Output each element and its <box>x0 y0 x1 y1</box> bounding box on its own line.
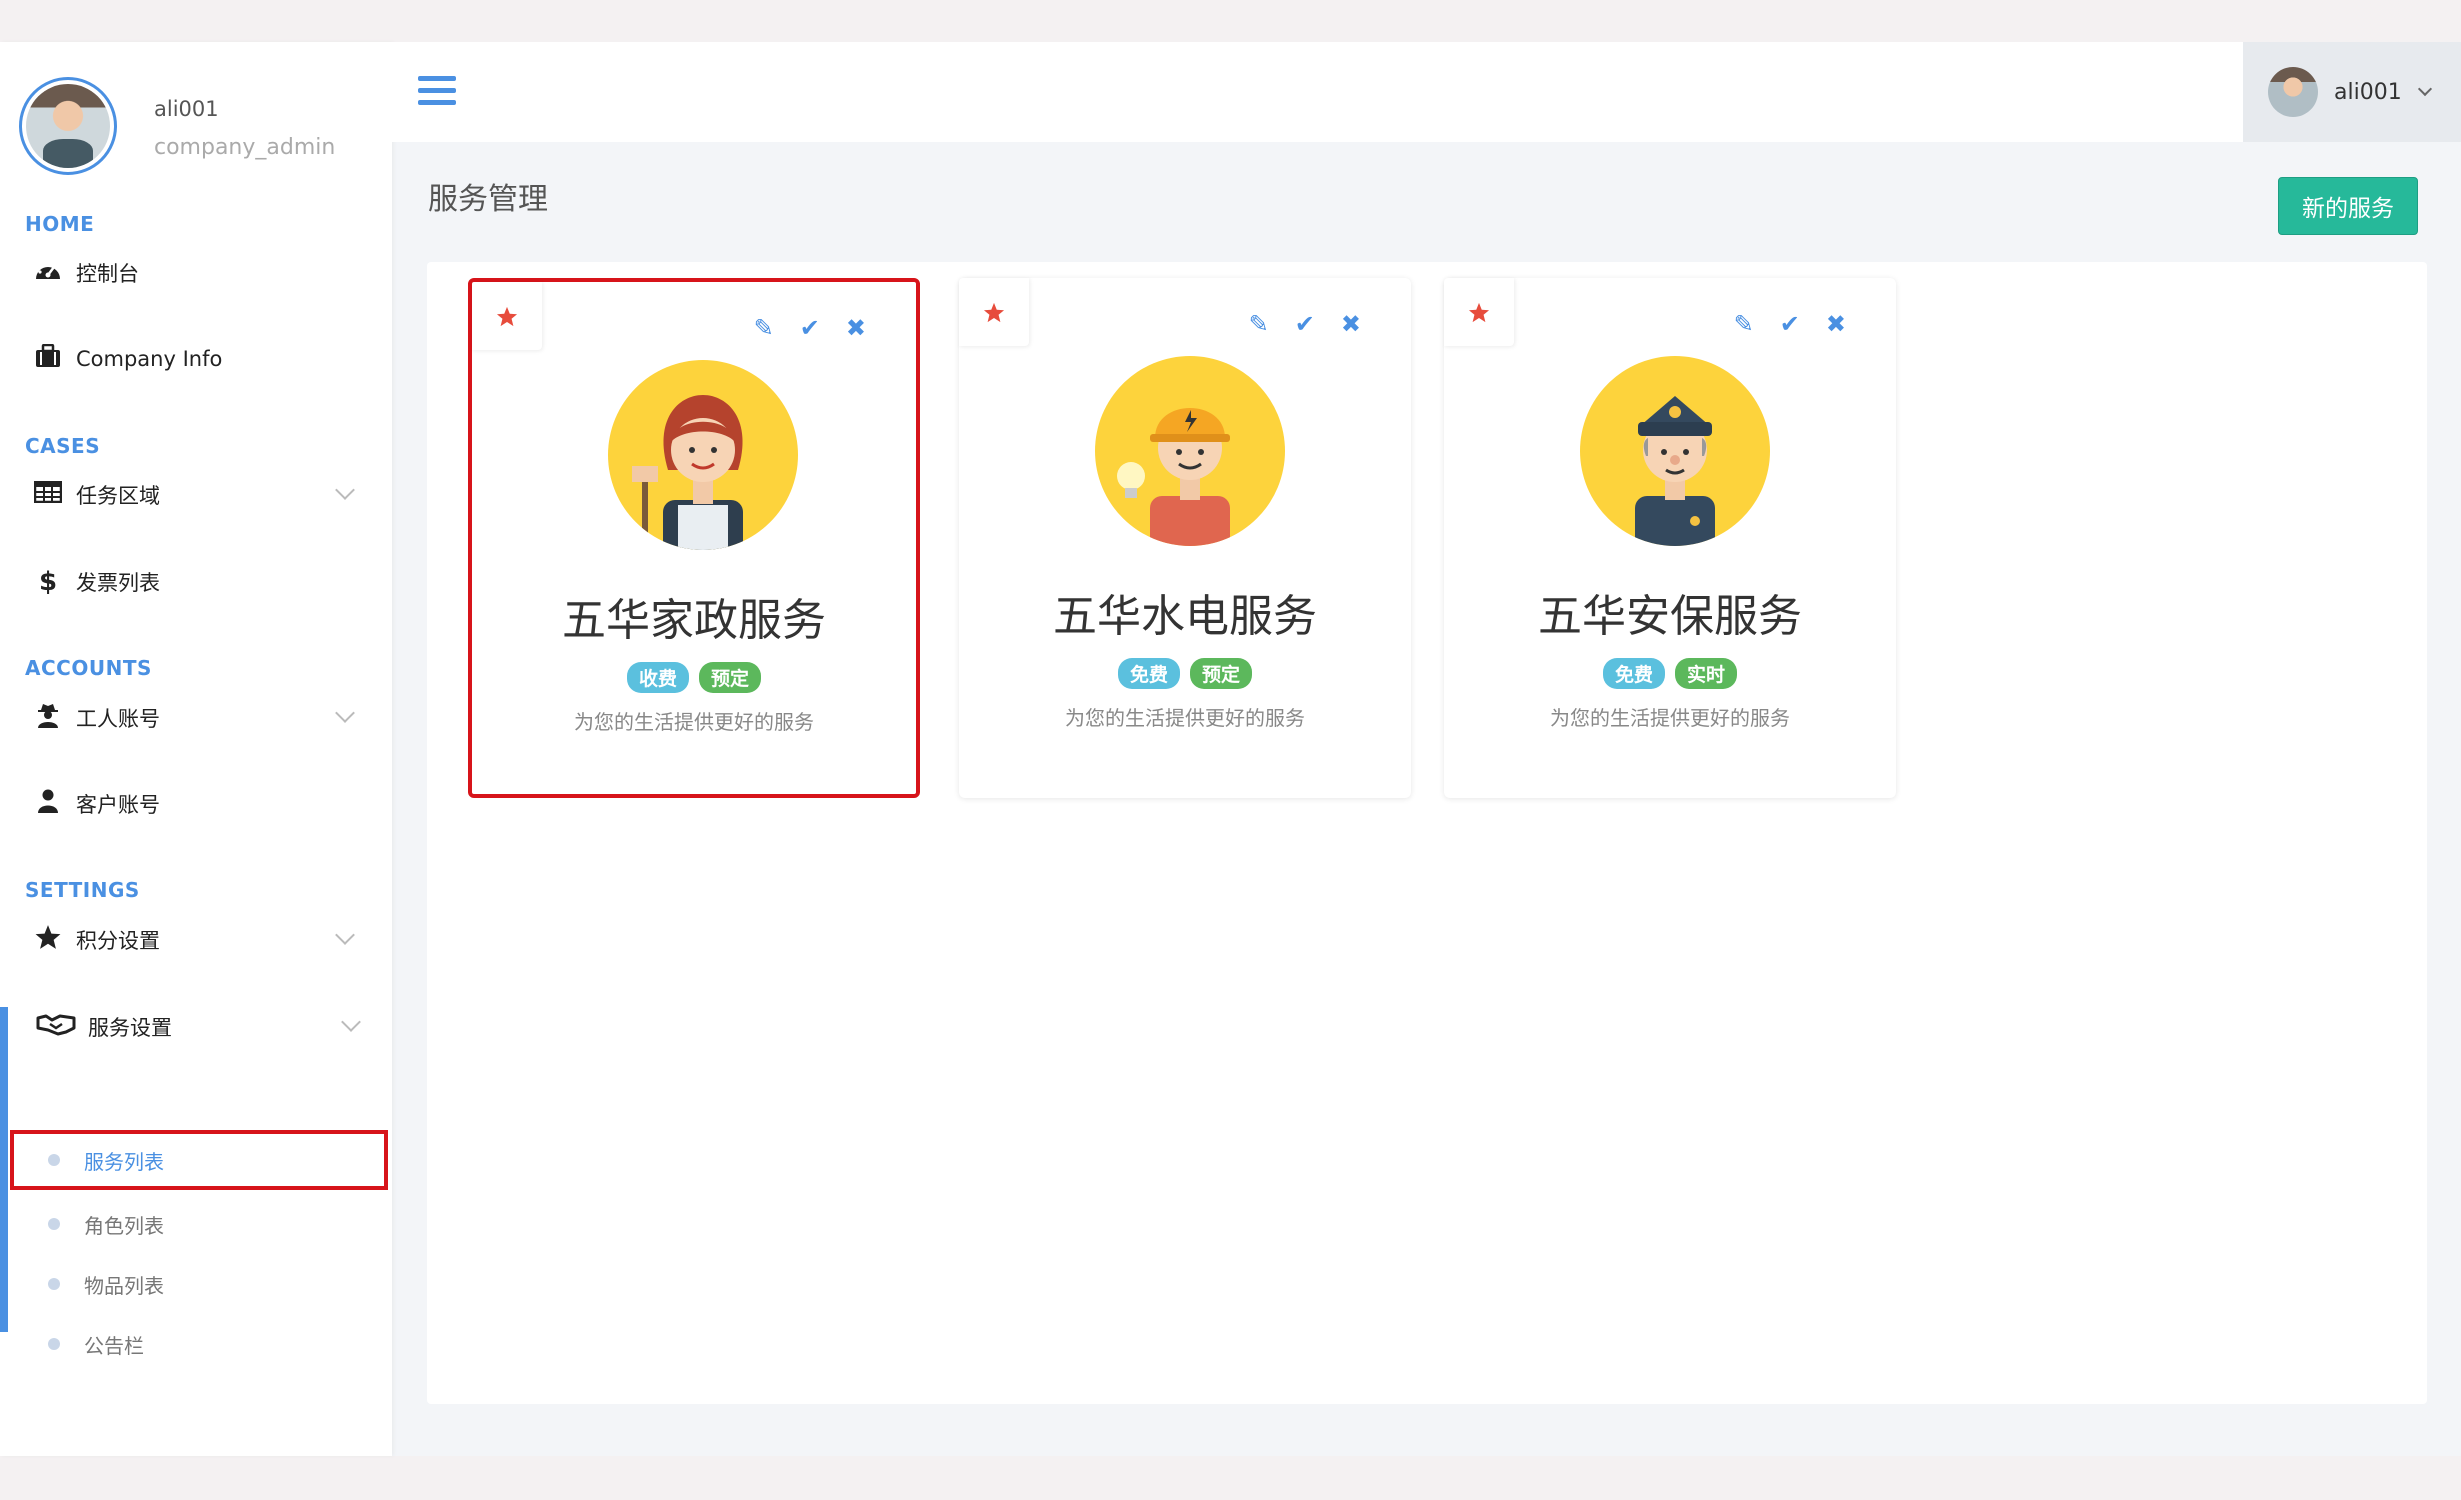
sidebar-item-label: 控制台 <box>76 262 139 286</box>
section-settings: SETTINGS <box>25 878 140 902</box>
service-panel: ✎ ✔ ✖ 五华家政服务 收费 预定 为您的生活提供更好的服务 ✎ ✔ ✖ 五华… <box>427 262 2427 1404</box>
sidebar-subitem-label: 服务列表 <box>84 1149 164 1174</box>
handshake-icon <box>36 1012 76 1043</box>
profile-username: ali001 <box>154 97 219 121</box>
table-icon <box>32 480 64 510</box>
security-guard-avatar-icon <box>1580 356 1770 546</box>
housekeeper-avatar-icon <box>608 360 798 550</box>
app: ali001 company_admin HOME 控制台 Company In… <box>0 42 2461 1456</box>
plug-icon[interactable]: ✔ <box>800 314 820 342</box>
new-service-button[interactable]: 新的服务 <box>2278 177 2418 235</box>
sidebar-item-customer-account[interactable]: 客户账号 <box>0 779 392 829</box>
section-cases: CASES <box>25 434 101 458</box>
sidebar-item-label: 工人账号 <box>76 707 160 731</box>
star-icon <box>32 924 64 957</box>
favorite-star-icon[interactable] <box>959 278 1029 346</box>
active-menu-indicator <box>0 1007 8 1332</box>
card-title: 五华水电服务 <box>1053 591 1317 642</box>
status-badge: 免费 <box>1117 658 1180 689</box>
electrician-avatar-icon <box>1095 356 1285 546</box>
topbar-username: ali001 <box>2334 79 2402 105</box>
page-title: 服务管理 <box>428 182 548 217</box>
sidebar-subitem-service-list[interactable]: 服务列表 <box>10 1130 388 1190</box>
avatar[interactable] <box>19 77 117 175</box>
sidebar: ali001 company_admin HOME 控制台 Company In… <box>0 42 392 1456</box>
service-card[interactable]: ✎ ✔ ✖ 五华安保服务 免费 实时 为您的生活提供更好的服务 <box>1444 278 1896 798</box>
user-secret-icon <box>32 702 64 735</box>
user-menu[interactable]: ali001 <box>2243 42 2461 142</box>
dashboard-icon <box>32 258 64 288</box>
chevron-down-icon <box>2417 81 2432 97</box>
avatar <box>2268 67 2318 117</box>
card-description: 为您的生活提供更好的服务 <box>574 710 814 734</box>
sidebar-item-label: 客户账号 <box>76 793 160 817</box>
topbar: ali001 <box>392 42 2461 142</box>
sidebar-subitem-label: 物品列表 <box>84 1273 164 1298</box>
card-tags: 免费 预定 <box>959 658 1411 689</box>
chevron-down-icon <box>335 480 355 500</box>
section-home: HOME <box>25 212 95 236</box>
plug-icon[interactable]: ✔ <box>1780 310 1800 338</box>
dollar-icon: $ <box>38 567 58 597</box>
chevron-down-icon <box>341 1012 361 1032</box>
sidebar-item-invoice-list[interactable]: $ 发票列表 <box>0 557 392 607</box>
sidebar-item-label: 发票列表 <box>76 571 160 595</box>
sidebar-subitem-item-list[interactable]: 物品列表 <box>10 1254 388 1314</box>
sidebar-subitem-label: 公告栏 <box>84 1333 144 1358</box>
favorite-star-icon[interactable] <box>1444 278 1514 346</box>
card-title: 五华安保服务 <box>1538 591 1802 642</box>
sidebar-item-points-settings[interactable]: 积分设置 <box>0 915 392 965</box>
sidebar-subitem-bulletin[interactable]: 公告栏 <box>10 1314 388 1374</box>
briefcase-icon <box>32 343 64 375</box>
status-badge: 免费 <box>1602 658 1665 689</box>
sidebar-item-label: 任务区域 <box>76 484 160 508</box>
plug-icon[interactable]: ✔ <box>1295 310 1315 338</box>
status-badge: 预定 <box>1190 658 1253 689</box>
edit-icon[interactable]: ✎ <box>1249 310 1269 338</box>
close-icon[interactable]: ✖ <box>846 314 866 342</box>
sidebar-item-label: Company Info <box>76 347 223 371</box>
card-description: 为您的生活提供更好的服务 <box>1065 706 1305 730</box>
close-icon[interactable]: ✖ <box>1341 310 1361 338</box>
close-icon[interactable]: ✖ <box>1826 310 1846 338</box>
chevron-down-icon <box>335 925 355 945</box>
status-badge: 收费 <box>626 662 689 693</box>
bullet-icon <box>48 1218 60 1230</box>
service-card[interactable]: ✎ ✔ ✖ 五华家政服务 收费 预定 为您的生活提供更好的服务 <box>468 278 920 798</box>
card-title: 五华家政服务 <box>562 595 826 646</box>
card-description: 为您的生活提供更好的服务 <box>1550 706 1790 730</box>
sidebar-item-label: 积分设置 <box>76 929 160 953</box>
sidebar-item-worker-account[interactable]: 工人账号 <box>0 693 392 743</box>
status-badge: 预定 <box>699 662 762 693</box>
sidebar-item-company-info[interactable]: Company Info <box>0 334 392 384</box>
section-accounts: ACCOUNTS <box>25 656 152 680</box>
profile-role: company_admin <box>154 135 336 160</box>
user-icon <box>32 789 64 820</box>
card-tags: 收费 预定 <box>472 662 916 693</box>
profile: ali001 company_admin <box>19 77 379 177</box>
chevron-down-icon <box>335 703 355 723</box>
menu-toggle-icon[interactable] <box>418 76 456 106</box>
sidebar-item-dashboard[interactable]: 控制台 <box>0 248 392 298</box>
status-badge: 实时 <box>1675 658 1738 689</box>
sidebar-subitem-label: 角色列表 <box>84 1213 164 1238</box>
edit-icon[interactable]: ✎ <box>754 314 774 342</box>
sidebar-item-task-area[interactable]: 任务区域 <box>0 470 392 520</box>
sidebar-subitem-role-list[interactable]: 角色列表 <box>10 1194 388 1254</box>
edit-icon[interactable]: ✎ <box>1734 310 1754 338</box>
bullet-icon <box>48 1278 60 1290</box>
sidebar-item-label: 服务设置 <box>88 1016 172 1040</box>
card-actions: ✎ ✔ ✖ <box>1734 310 1846 338</box>
service-card[interactable]: ✎ ✔ ✖ 五华水电服务 免费 预定 为您的生活提供更好的服务 <box>959 278 1411 798</box>
bullet-icon <box>48 1154 60 1166</box>
card-actions: ✎ ✔ ✖ <box>1249 310 1361 338</box>
favorite-star-icon[interactable] <box>472 282 542 350</box>
bullet-icon <box>48 1338 60 1350</box>
sidebar-item-service-settings[interactable]: 服务设置 <box>8 1002 392 1052</box>
card-tags: 免费 实时 <box>1444 658 1896 689</box>
card-actions: ✎ ✔ ✖ <box>754 314 866 342</box>
